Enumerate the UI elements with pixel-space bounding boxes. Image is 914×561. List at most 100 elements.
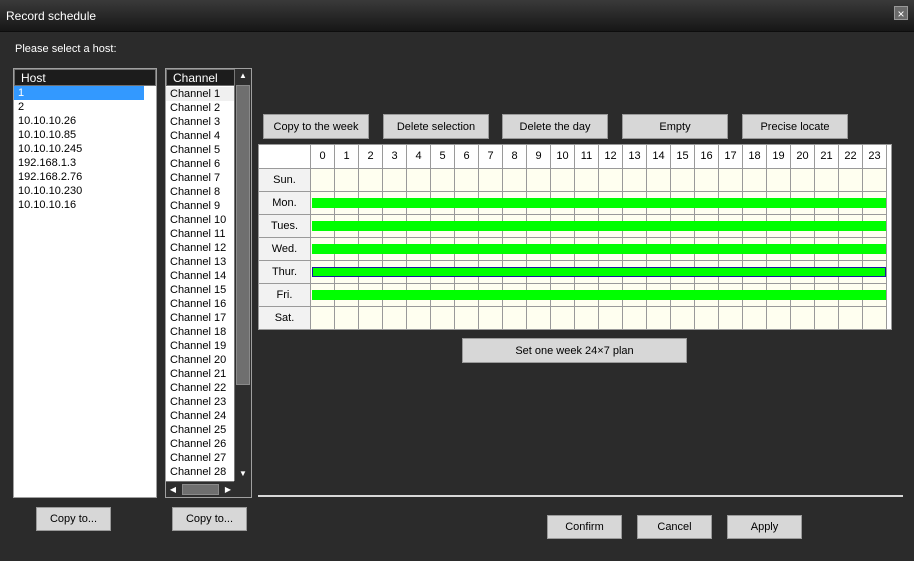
host-list-item[interactable]: 1 xyxy=(14,86,144,100)
record-time-bar[interactable] xyxy=(312,221,886,231)
schedule-cell[interactable] xyxy=(695,307,719,330)
channel-list[interactable]: Channel Channel 1 Channel 2 Channel 3 Chann… xyxy=(165,68,252,498)
record-time-bar[interactable] xyxy=(312,198,886,208)
schedule-cell[interactable] xyxy=(647,307,671,330)
schedule-cell[interactable] xyxy=(431,307,455,330)
delete-day-button[interactable]: Delete the day xyxy=(502,114,608,139)
host-list-item[interactable]: 10.10.10.85 xyxy=(14,128,156,142)
schedule-cell[interactable] xyxy=(767,169,791,192)
schedule-cell[interactable] xyxy=(671,307,695,330)
channel-list-item[interactable]: Channel 14 xyxy=(166,269,235,283)
horizontal-scroll-thumb[interactable] xyxy=(182,484,219,495)
schedule-cell[interactable] xyxy=(791,307,815,330)
schedule-cell[interactable] xyxy=(455,307,479,330)
schedule-cell[interactable] xyxy=(407,169,431,192)
scroll-left-icon[interactable]: ◀ xyxy=(166,482,180,497)
schedule-cell[interactable] xyxy=(695,169,719,192)
host-list-item[interactable]: 192.168.2.76 xyxy=(14,170,156,184)
channel-list-item[interactable]: Channel 7 xyxy=(166,171,235,185)
channel-list-item[interactable]: Channel 10 xyxy=(166,213,235,227)
channel-list-item[interactable]: Channel 8 xyxy=(166,185,235,199)
schedule-cell[interactable] xyxy=(359,307,383,330)
schedule-cell[interactable] xyxy=(455,169,479,192)
record-time-bar[interactable] xyxy=(312,267,886,277)
channel-list-item[interactable]: Channel 11 xyxy=(166,227,235,241)
schedule-cell[interactable] xyxy=(863,169,887,192)
schedule-cell[interactable] xyxy=(623,307,647,330)
schedule-cell[interactable] xyxy=(335,169,359,192)
schedule-cell[interactable] xyxy=(599,169,623,192)
schedule-cell[interactable] xyxy=(743,307,767,330)
channel-list-item[interactable]: Channel 1 xyxy=(166,87,235,101)
channel-horizontal-scrollbar[interactable]: ◀ ▶ xyxy=(166,481,235,497)
schedule-cell[interactable] xyxy=(743,169,767,192)
record-time-bar[interactable] xyxy=(312,244,886,254)
channel-list-item[interactable]: Channel 24 xyxy=(166,409,235,423)
vertical-scroll-thumb[interactable] xyxy=(236,85,250,385)
schedule-cell[interactable] xyxy=(335,307,359,330)
schedule-cell[interactable] xyxy=(527,169,551,192)
scroll-up-icon[interactable]: ▲ xyxy=(235,69,251,83)
schedule-cell[interactable] xyxy=(719,169,743,192)
schedule-cell[interactable] xyxy=(599,307,623,330)
channel-list-item[interactable]: Channel 26 xyxy=(166,437,235,451)
schedule-cell[interactable] xyxy=(311,307,335,330)
schedule-cell[interactable] xyxy=(479,169,503,192)
schedule-cell[interactable] xyxy=(623,169,647,192)
channel-list-item[interactable]: Channel 21 xyxy=(166,367,235,381)
channel-list-item[interactable]: Channel 28 xyxy=(166,465,235,479)
host-list-item[interactable]: 10.10.10.245 xyxy=(14,142,156,156)
copy-channel-button[interactable]: Copy to... xyxy=(172,507,247,531)
cancel-button[interactable]: Cancel xyxy=(637,515,712,539)
schedule-cell[interactable] xyxy=(431,169,455,192)
schedule-cell[interactable] xyxy=(407,307,431,330)
schedule-cell[interactable] xyxy=(551,169,575,192)
channel-list-item[interactable]: Channel 13 xyxy=(166,255,235,269)
schedule-cell[interactable] xyxy=(479,307,503,330)
channel-vertical-scrollbar[interactable]: ▲ ▼ xyxy=(234,69,251,481)
host-list-item[interactable]: 192.168.1.3 xyxy=(14,156,156,170)
channel-list-item[interactable]: Channel 17 xyxy=(166,311,235,325)
copy-host-button[interactable]: Copy to... xyxy=(36,507,111,531)
precise-locate-button[interactable]: Precise locate xyxy=(742,114,848,139)
schedule-cell[interactable] xyxy=(839,307,863,330)
channel-list-item[interactable]: Channel 20 xyxy=(166,353,235,367)
schedule-cell[interactable] xyxy=(719,307,743,330)
channel-list-item[interactable]: Channel 15 xyxy=(166,283,235,297)
channel-list-item[interactable]: Channel 6 xyxy=(166,157,235,171)
schedule-cell[interactable] xyxy=(527,307,551,330)
schedule-cell[interactable] xyxy=(503,307,527,330)
set-week-plan-button[interactable]: Set one week 24×7 plan xyxy=(462,338,687,363)
channel-list-item[interactable]: Channel 12 xyxy=(166,241,235,255)
schedule-cell[interactable] xyxy=(311,169,335,192)
host-list-item[interactable]: 10.10.10.230 xyxy=(14,184,156,198)
schedule-cell[interactable] xyxy=(551,307,575,330)
channel-list-item[interactable]: Channel 23 xyxy=(166,395,235,409)
schedule-cell[interactable] xyxy=(671,169,695,192)
schedule-cell[interactable] xyxy=(815,307,839,330)
host-list-item[interactable]: 10.10.10.16 xyxy=(14,198,156,212)
schedule-grid[interactable]: 0 1 2 3 4 5 6 7 8 9 10 11 12 13 14 15 16 17 18 19 20 21 22 23 Su… xyxy=(258,144,892,330)
channel-list-item[interactable]: Channel 5 xyxy=(166,143,235,157)
host-list[interactable]: Host 1 2 10.10.10.26 10.10.10.85 10.10.10.24… xyxy=(13,68,157,498)
schedule-cell[interactable] xyxy=(839,169,863,192)
schedule-cell[interactable] xyxy=(575,307,599,330)
schedule-cell[interactable] xyxy=(359,169,383,192)
schedule-cell[interactable] xyxy=(863,307,887,330)
channel-list-item[interactable]: Channel 9 xyxy=(166,199,235,213)
channel-list-item[interactable]: Channel 16 xyxy=(166,297,235,311)
schedule-cell[interactable] xyxy=(647,169,671,192)
channel-list-item[interactable]: Channel 18 xyxy=(166,325,235,339)
schedule-cell[interactable] xyxy=(815,169,839,192)
copy-to-week-button[interactable]: Copy to the week xyxy=(263,114,369,139)
apply-button[interactable]: Apply xyxy=(727,515,802,539)
channel-list-item[interactable]: Channel 27 xyxy=(166,451,235,465)
host-list-item[interactable]: 2 xyxy=(14,100,156,114)
schedule-cell[interactable] xyxy=(791,169,815,192)
schedule-cell[interactable] xyxy=(383,307,407,330)
schedule-cell[interactable] xyxy=(575,169,599,192)
delete-selection-button[interactable]: Delete selection xyxy=(383,114,489,139)
close-icon[interactable]: × xyxy=(894,6,908,21)
channel-list-item[interactable]: Channel 3 xyxy=(166,115,235,129)
schedule-cell[interactable] xyxy=(383,169,407,192)
